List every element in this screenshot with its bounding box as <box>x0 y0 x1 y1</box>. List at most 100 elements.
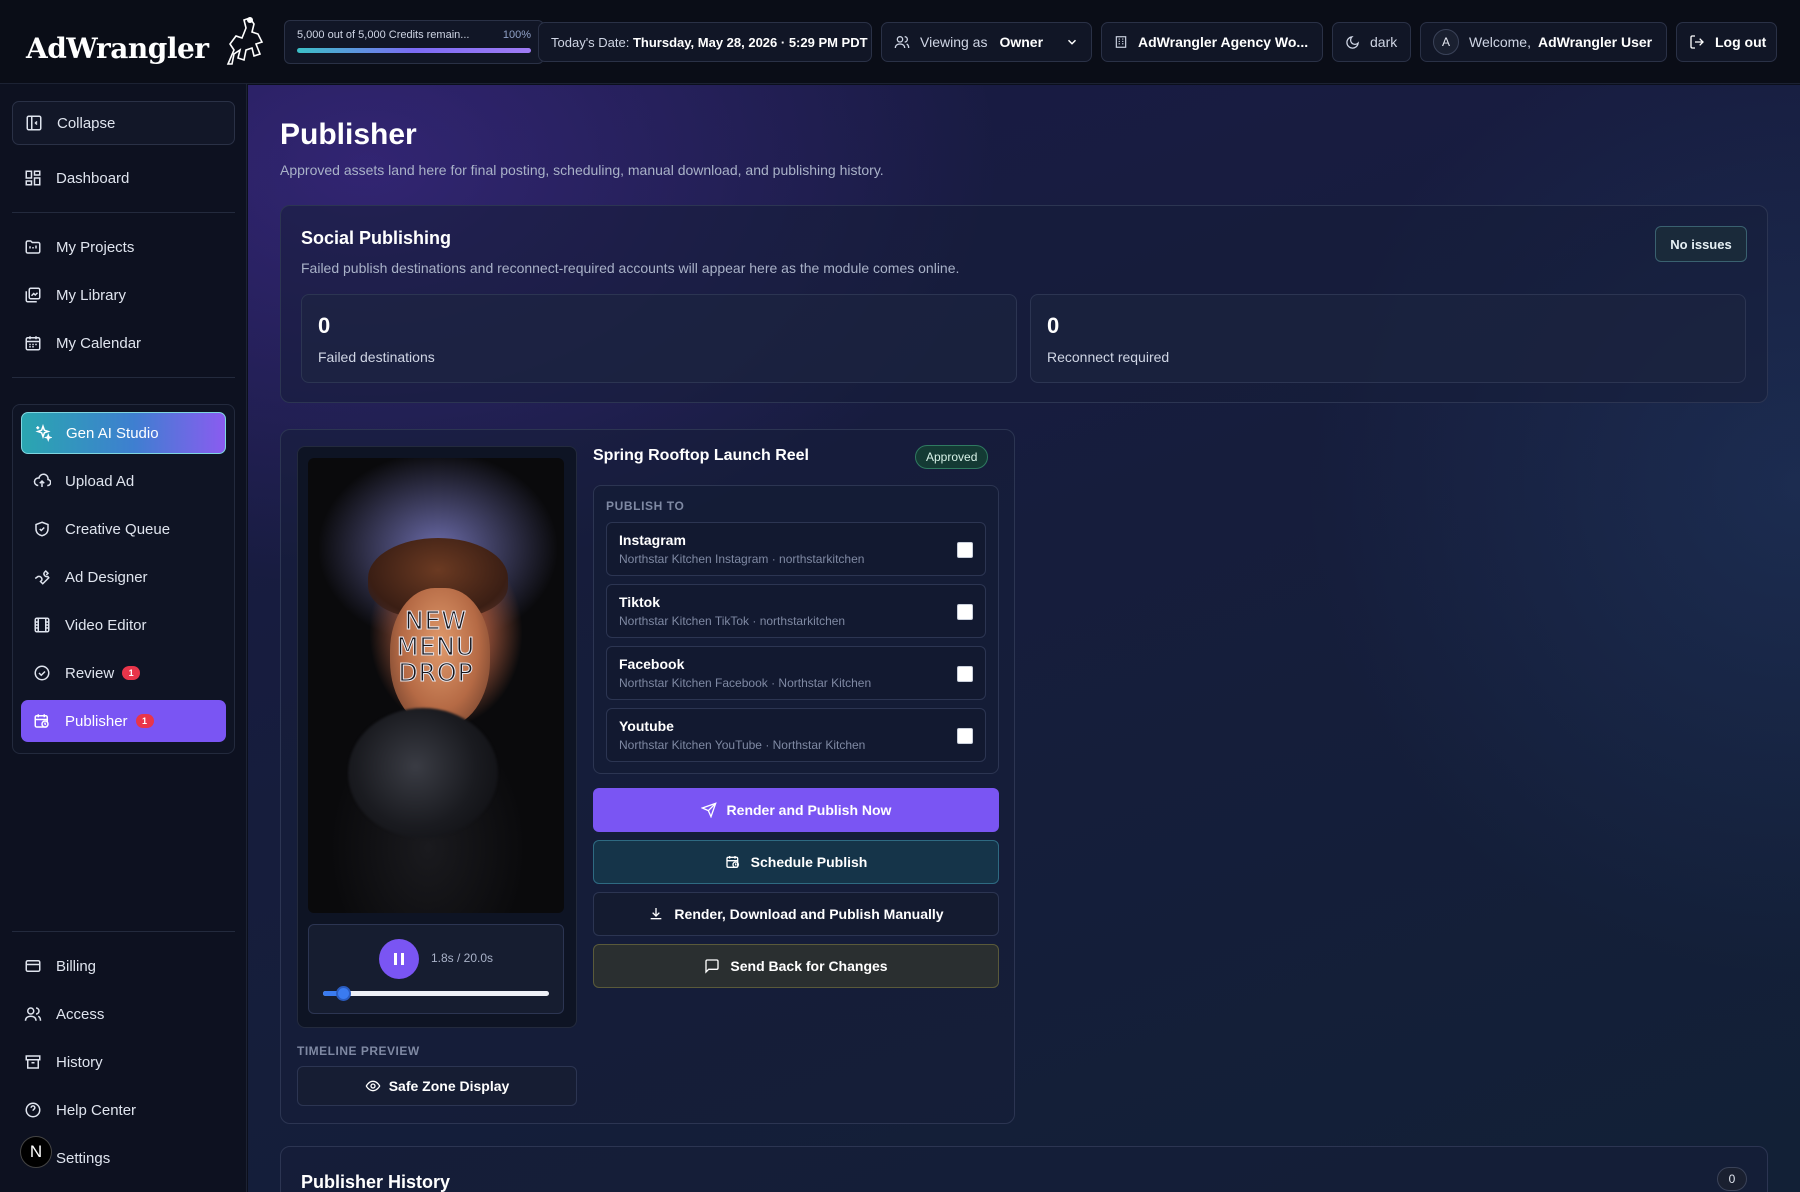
logout-label: Log out <box>1715 34 1767 50</box>
horse-rider-logo-icon <box>226 17 264 65</box>
destination-name: Youtube <box>619 718 674 734</box>
sidebar: Collapse Dashboard My Projects My Librar… <box>0 84 247 1192</box>
schedule-publish-button[interactable]: Schedule Publish <box>593 840 999 884</box>
safe-zone-display-button[interactable]: Safe Zone Display <box>297 1066 577 1106</box>
overlay-line: DROP <box>398 658 474 687</box>
app-logo[interactable]: AdWrangler <box>26 14 266 72</box>
message-square-icon <box>705 959 720 974</box>
agency-workspace-button[interactable]: AdWrangler Agency Wo... <box>1101 22 1323 62</box>
date-label: Today's Date: <box>551 34 630 50</box>
sidebar-item-review[interactable]: Review 1 <box>21 652 226 694</box>
video-preview-frame: NEW MENU DROP 1.8s / 20.0s <box>297 446 577 1028</box>
destination-checkbox[interactable] <box>957 542 973 558</box>
render-and-publish-now-button[interactable]: Render and Publish Now <box>593 788 999 832</box>
sidebar-divider <box>12 377 235 378</box>
sidebar-item-my-projects[interactable]: My Projects <box>12 225 235 269</box>
status-badge: No issues <box>1655 226 1747 262</box>
destination-account: Northstar Kitchen YouTube · Northstar Ki… <box>619 738 866 752</box>
send-back-for-changes-button[interactable]: Send Back for Changes <box>593 944 999 988</box>
calendar-icon <box>25 336 41 351</box>
timeline-scrubber-handle[interactable] <box>336 986 352 1001</box>
pause-button[interactable] <box>379 939 419 979</box>
sidebar-item-label: Upload Ad <box>65 472 135 490</box>
video-preview-image[interactable]: NEW MENU DROP <box>308 458 564 913</box>
cloud-upload-icon <box>33 473 51 487</box>
sidebar-divider <box>12 212 235 213</box>
reconnect-required-label: Reconnect required <box>1047 349 1170 365</box>
collapse-button[interactable]: Collapse <box>12 101 235 145</box>
user-initial-avatar[interactable]: N <box>20 1136 52 1168</box>
destination-tiktok[interactable]: Tiktok Northstar Kitchen TikTok · norths… <box>606 584 986 638</box>
credits-bar-fill <box>297 48 531 53</box>
timeline-preview-label: TIMELINE PREVIEW <box>297 1044 420 1058</box>
render-download-publish-manually-button[interactable]: Render, Download and Publish Manually <box>593 892 999 936</box>
film-icon <box>34 617 50 633</box>
destination-name: Facebook <box>619 656 685 672</box>
publisher-history-card: Publisher History 0 <box>280 1146 1768 1192</box>
sidebar-item-publisher[interactable]: Publisher 1 <box>21 700 226 742</box>
publish-to-panel: PUBLISH TO Instagram Northstar Kitchen I… <box>593 485 999 774</box>
overlay-line: MENU <box>396 632 476 661</box>
logout-button[interactable]: Log out <box>1676 22 1777 62</box>
viewing-as-select[interactable]: Viewing as Owner <box>881 22 1092 62</box>
page-title: Publisher <box>280 118 417 151</box>
panel-collapse-icon <box>26 115 42 131</box>
video-overlay-text: NEW MENU DROP <box>308 607 564 687</box>
credit-card-icon <box>25 960 41 972</box>
timeline-scrubber[interactable] <box>323 986 549 1001</box>
destination-instagram[interactable]: Instagram Northstar Kitchen Instagram · … <box>606 522 986 576</box>
failed-destinations-stat: 0 Failed destinations <box>301 294 1017 383</box>
destination-account: Northstar Kitchen Facebook · Northstar K… <box>619 676 872 690</box>
sidebar-item-help-center[interactable]: Help Center <box>12 1088 235 1132</box>
video-subject-camera <box>348 708 498 838</box>
sidebar-item-label: Help Center <box>56 1101 137 1119</box>
sidebar-item-ad-designer[interactable]: Ad Designer <box>21 556 226 598</box>
archive-icon <box>25 1055 41 1069</box>
destination-youtube[interactable]: Youtube Northstar Kitchen YouTube · Nort… <box>606 708 986 762</box>
publish-to-label: PUBLISH TO <box>606 499 685 513</box>
user-menu[interactable]: A Welcome, AdWrangler User <box>1420 22 1667 62</box>
welcome-label: Welcome, <box>1469 34 1531 50</box>
calendar-clock-icon <box>34 714 49 728</box>
sidebar-item-label: My Projects <box>56 238 135 256</box>
credits-bar <box>297 48 531 53</box>
library-icon <box>25 287 41 303</box>
theme-toggle[interactable]: dark <box>1332 22 1411 62</box>
destination-name: Instagram <box>619 532 686 548</box>
page-subtitle: Approved assets land here for final post… <box>280 162 884 178</box>
viewing-value: Owner <box>999 34 1044 50</box>
sidebar-divider <box>12 931 235 932</box>
sidebar-item-history[interactable]: History <box>12 1040 235 1084</box>
sidebar-item-gen-ai-studio[interactable]: Gen AI Studio <box>21 412 226 454</box>
destination-checkbox[interactable] <box>957 666 973 682</box>
sidebar-item-label: Creative Queue <box>65 520 171 538</box>
sidebar-item-label: Video Editor <box>65 616 147 634</box>
sidebar-item-access[interactable]: Access <box>12 992 235 1036</box>
social-publishing-card: Social Publishing Failed publish destina… <box>280 205 1768 403</box>
sidebar-item-upload-ad[interactable]: Upload Ad <box>21 460 226 502</box>
building-icon <box>1115 36 1127 48</box>
video-player-controls: 1.8s / 20.0s <box>308 924 564 1014</box>
safe-zone-label: Safe Zone Display <box>388 1078 510 1094</box>
destination-checkbox[interactable] <box>957 728 973 744</box>
chevron-down-icon <box>1067 39 1077 45</box>
sidebar-item-billing[interactable]: Billing <box>12 944 235 988</box>
dashboard-icon <box>25 170 41 186</box>
failed-destinations-label: Failed destinations <box>318 349 435 365</box>
destination-checkbox[interactable] <box>957 604 973 620</box>
sidebar-item-my-library[interactable]: My Library <box>12 273 235 317</box>
sidebar-item-my-calendar[interactable]: My Calendar <box>12 321 235 365</box>
sidebar-item-creative-queue[interactable]: Creative Queue <box>21 508 226 550</box>
brand-name: AdWrangler <box>26 31 209 65</box>
destination-facebook[interactable]: Facebook Northstar Kitchen Facebook · No… <box>606 646 986 700</box>
destination-account: Northstar Kitchen TikTok · northstarkitc… <box>619 614 846 628</box>
publisher-count-badge: 1 <box>135 714 154 728</box>
reconnect-required-count: 0 <box>1047 313 1060 338</box>
destination-name: Tiktok <box>619 594 660 610</box>
sidebar-item-video-editor[interactable]: Video Editor <box>21 604 226 646</box>
social-publishing-subtitle: Failed publish destinations and reconnec… <box>301 260 960 276</box>
sidebar-item-label: My Library <box>56 286 127 304</box>
sidebar-item-dashboard[interactable]: Dashboard <box>12 156 235 200</box>
sidebar-item-label: History <box>56 1053 103 1071</box>
users-icon <box>894 36 910 49</box>
